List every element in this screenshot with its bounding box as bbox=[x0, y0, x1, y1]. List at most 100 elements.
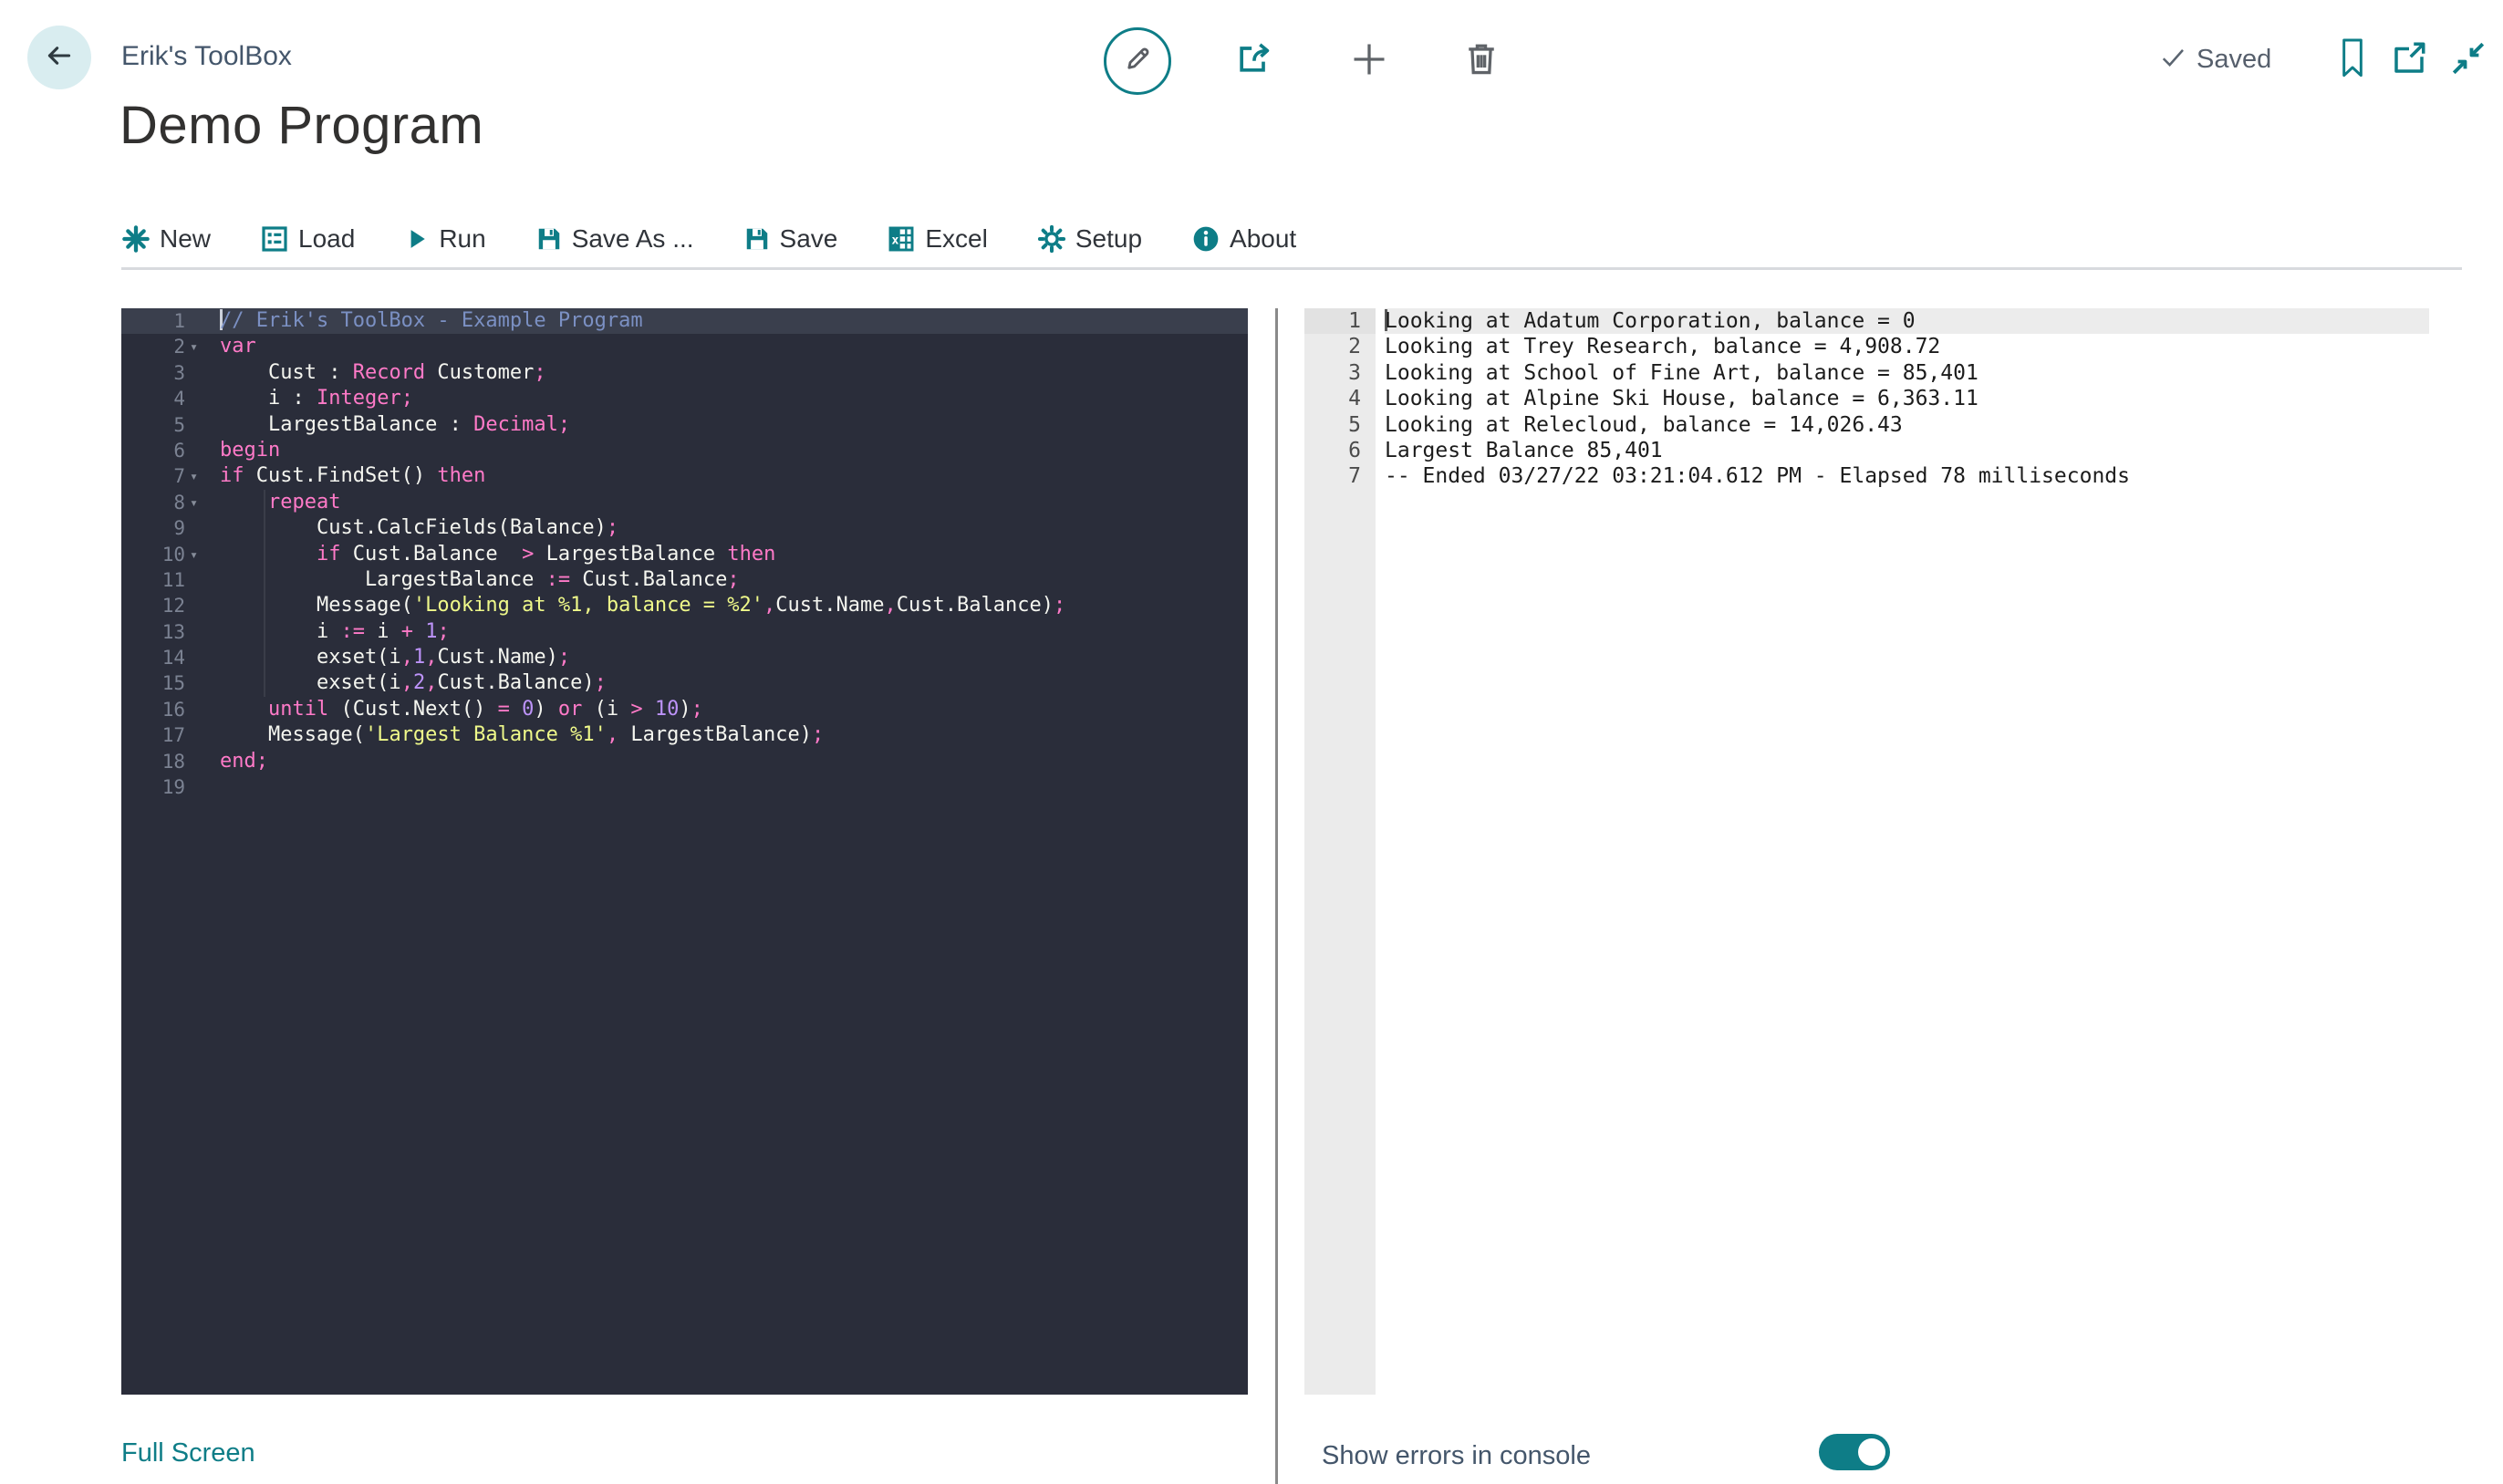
bookmark-button[interactable] bbox=[2337, 38, 2368, 82]
editor-line[interactable]: 3 Cust : Record Customer; bbox=[121, 360, 1248, 386]
code-token: ; bbox=[437, 619, 450, 643]
setup-gear-icon bbox=[1037, 224, 1066, 254]
code-token: ; bbox=[557, 412, 571, 436]
editor-line[interactable]: 15 exset(i,2,Cust.Balance); bbox=[121, 670, 1248, 696]
toolbar-button-about[interactable]: About bbox=[1191, 224, 1296, 254]
editor-line[interactable]: 1 // Erik's ToolBox - Example Program bbox=[121, 308, 1248, 335]
console-line[interactable]: 2 Looking at Trey Research, balance = 4,9… bbox=[1304, 334, 2429, 359]
collapse-button[interactable] bbox=[2448, 40, 2488, 80]
fold-gutter bbox=[185, 645, 220, 670]
editor-line[interactable]: 12 Message('Looking at %1, balance = %2'… bbox=[121, 593, 1248, 618]
toolbar-button-label: Save As ... bbox=[571, 224, 694, 253]
code-token: var bbox=[220, 335, 256, 358]
editor-line[interactable]: 6 begin bbox=[121, 438, 1248, 463]
console-line-number: 1 bbox=[1304, 308, 1376, 335]
fold-gutter bbox=[185, 567, 220, 593]
code-token: , bbox=[400, 646, 413, 669]
console-line[interactable]: 6 Largest Balance 85,401 bbox=[1304, 438, 2429, 463]
toolbar-button-save-as[interactable]: Save As ... bbox=[535, 224, 694, 254]
editor-line[interactable]: 5 LargestBalance : Decimal; bbox=[121, 412, 1248, 438]
console-line-number: 3 bbox=[1348, 360, 1361, 385]
fold-gutter bbox=[185, 722, 220, 748]
code-token: ) bbox=[679, 697, 691, 721]
editor-line-number: 3 bbox=[173, 361, 185, 384]
code-token: end; bbox=[220, 749, 268, 773]
plus-icon bbox=[1349, 39, 1389, 84]
fold-gutter bbox=[185, 515, 220, 541]
pane-divider[interactable] bbox=[1275, 308, 1278, 1484]
fold-gutter bbox=[185, 619, 220, 645]
code-token: (Cust.Next() bbox=[328, 697, 498, 721]
delete-button[interactable] bbox=[1460, 38, 1502, 82]
console-line[interactable]: 1 Looking at Adatum Corporation, balance … bbox=[1304, 308, 2429, 335]
editor-line[interactable]: 10 ▾ if Cust.Balance > LargestBalance the… bbox=[121, 542, 1248, 567]
code-editor[interactable]: 1// Erik's ToolBox - Example Program 2 ▾ va… bbox=[121, 308, 1248, 1395]
console-line-number: 5 bbox=[1348, 412, 1361, 437]
toolbar-button-load[interactable]: Load bbox=[260, 224, 355, 254]
editor-line[interactable]: 2 ▾ var bbox=[121, 334, 1248, 359]
fold-chevron-icon[interactable]: ▾ bbox=[185, 463, 220, 489]
code-token: if bbox=[316, 542, 341, 566]
editor-line-number: 13 bbox=[161, 620, 185, 643]
add-button[interactable] bbox=[1348, 40, 1390, 82]
code-token: Message( bbox=[220, 723, 365, 747]
editor-line-code: LargestBalance := Cust.Balance; bbox=[220, 567, 1248, 593]
console-line[interactable]: 7 -- Ended 03/27/22 03:21:04.612 PM - Ela… bbox=[1304, 463, 2429, 489]
toolbar-button-excel[interactable]: x Excel bbox=[887, 224, 988, 254]
code-token: Cust : bbox=[220, 360, 353, 384]
editor-line-code: Cust.CalcFields(Balance); bbox=[220, 515, 1248, 541]
editor-line[interactable]: 9 Cust.CalcFields(Balance); bbox=[121, 515, 1248, 541]
editor-line[interactable]: 14 exset(i,1,Cust.Name); bbox=[121, 645, 1248, 670]
code-token: , bbox=[763, 594, 776, 617]
console-line[interactable]: 5 Looking at Relecloud, balance = 14,026.… bbox=[1304, 412, 2429, 438]
code-token: ) bbox=[534, 697, 558, 721]
editor-line[interactable]: 19 bbox=[121, 774, 1248, 800]
console-line-text: Looking at School of Fine Art, balance =… bbox=[1385, 360, 1979, 385]
toolbar-button-label: Run bbox=[439, 224, 486, 253]
editor-line[interactable]: 4 i : Integer; bbox=[121, 386, 1248, 411]
full-screen-link[interactable]: Full Screen bbox=[121, 1438, 255, 1468]
toolbar-button-label: New bbox=[160, 224, 212, 253]
fold-chevron-icon[interactable]: ▾ bbox=[185, 490, 220, 515]
code-token: , bbox=[400, 671, 413, 695]
editor-line-number: 8 bbox=[173, 491, 185, 514]
toolbar-button-label: Excel bbox=[925, 224, 988, 253]
console-line[interactable]: 4 Looking at Alpine Ski House, balance = … bbox=[1304, 386, 2429, 411]
editor-line[interactable]: 18 end; bbox=[121, 749, 1248, 774]
toolbar-button-new[interactable]: New bbox=[121, 224, 211, 254]
editor-line[interactable]: 16 until (Cust.Next() = 0) or (i > 10); bbox=[121, 697, 1248, 722]
editor-line[interactable]: 11 LargestBalance := Cust.Balance; bbox=[121, 567, 1248, 593]
code-token: := bbox=[545, 567, 571, 591]
editor-line[interactable]: 13 i := i + 1; bbox=[121, 619, 1248, 645]
share-icon bbox=[1233, 38, 1273, 83]
trash-icon bbox=[1461, 37, 1501, 84]
back-arrow-icon bbox=[41, 37, 78, 78]
editor-line[interactable]: 17 Message('Largest Balance %1', Largest… bbox=[121, 722, 1248, 748]
open-in-new-window-button[interactable] bbox=[2388, 40, 2430, 80]
code-token: i bbox=[220, 619, 341, 643]
fold-chevron-icon[interactable]: ▾ bbox=[185, 542, 220, 567]
console-line-text: Looking at Adatum Corporation, balance =… bbox=[1385, 308, 2429, 335]
fold-gutter bbox=[185, 308, 220, 334]
edit-pencil-button[interactable] bbox=[1104, 27, 1171, 95]
console-line[interactable]: 3 Looking at School of Fine Art, balance … bbox=[1304, 360, 2429, 386]
toolbar-button-run[interactable]: Run bbox=[404, 224, 486, 254]
editor-line[interactable]: 8 ▾ repeat bbox=[121, 490, 1248, 515]
editor-line-code: i : Integer; bbox=[220, 386, 1248, 411]
share-button[interactable] bbox=[1231, 38, 1275, 82]
toolbar-button-save[interactable]: Save bbox=[743, 224, 837, 254]
toolbar-button-setup[interactable]: Setup bbox=[1037, 224, 1142, 254]
output-console[interactable]: 1 Looking at Adatum Corporation, balance … bbox=[1304, 308, 2429, 1395]
editor-line-code: Message('Largest Balance %1', LargestBal… bbox=[220, 722, 1248, 748]
toolbar-divider bbox=[121, 267, 2462, 270]
editor-line[interactable]: 7 ▾ if Cust.FindSet() then bbox=[121, 463, 1248, 489]
back-button[interactable] bbox=[27, 26, 91, 89]
code-token: Cust.Name bbox=[775, 594, 885, 617]
show-errors-toggle[interactable] bbox=[1819, 1434, 1890, 1470]
code-token: , bbox=[606, 723, 619, 747]
fold-gutter bbox=[185, 360, 220, 386]
fold-chevron-icon[interactable]: ▾ bbox=[185, 334, 220, 359]
code-token: 1 bbox=[412, 646, 426, 669]
